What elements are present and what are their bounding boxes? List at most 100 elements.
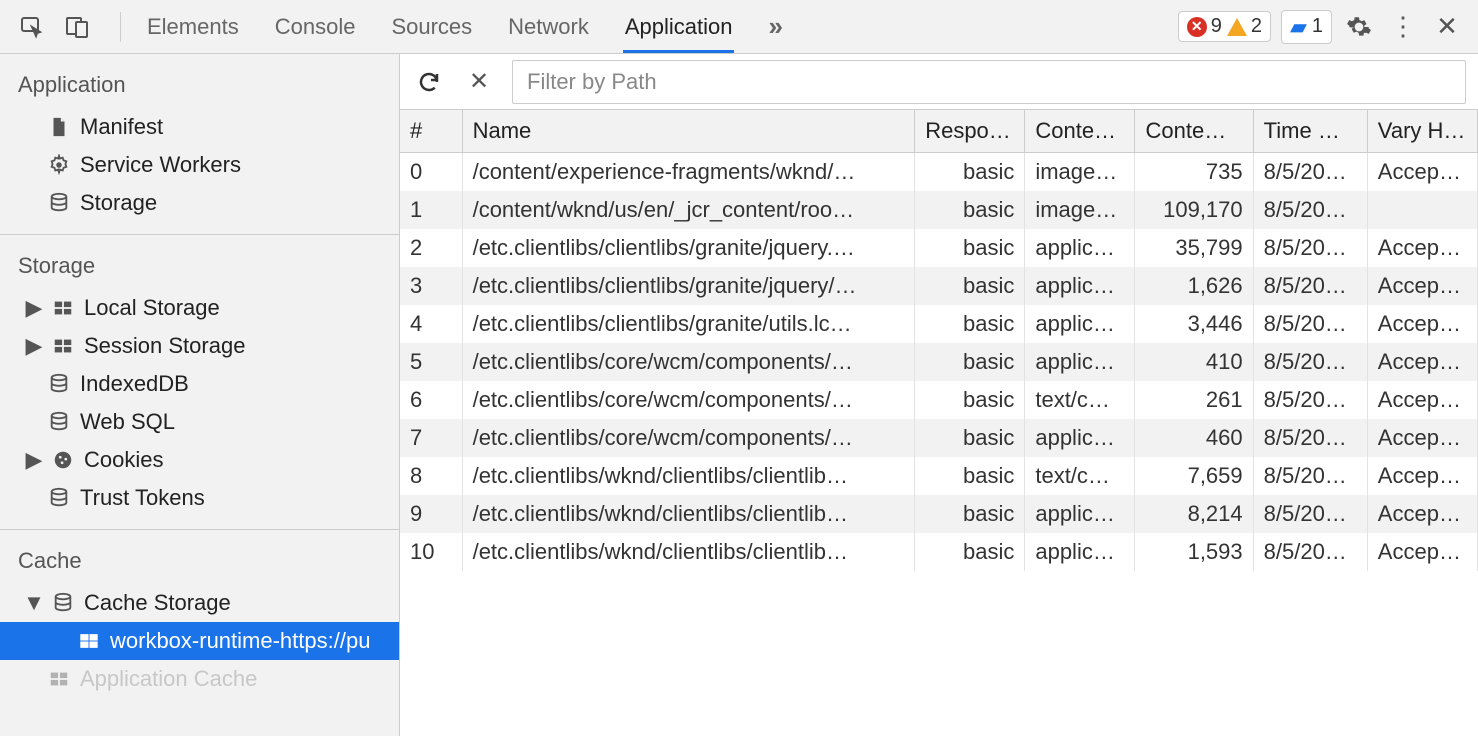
sidebar-item-local-storage[interactable]: ▶ Local Storage: [0, 289, 399, 327]
cell-vary: Accep…: [1367, 495, 1477, 533]
cell-content-length: 109,170: [1135, 191, 1253, 229]
more-tabs-icon[interactable]: »: [766, 0, 784, 53]
cache-table: # Name Respo… Conte… Conte… Time … Vary …: [400, 110, 1478, 736]
col-header-time[interactable]: Time …: [1253, 110, 1367, 153]
devtools-toolbar: Elements Console Sources Network Applica…: [0, 0, 1478, 54]
cell-vary: Accep…: [1367, 229, 1477, 267]
tab-application[interactable]: Application: [623, 0, 735, 53]
sidebar-label: Session Storage: [84, 333, 245, 359]
tab-sources[interactable]: Sources: [389, 0, 474, 53]
sidebar-section-storage: Storage ▶ Local Storage ▶ Session Storag…: [0, 235, 399, 530]
sidebar-label: IndexedDB: [80, 371, 189, 397]
col-header-response[interactable]: Respo…: [915, 110, 1025, 153]
inspect-icon[interactable]: [14, 10, 48, 44]
table-header-row: # Name Respo… Conte… Conte… Time … Vary …: [400, 110, 1478, 153]
cell-time: 8/5/20…: [1253, 229, 1367, 267]
table-row[interactable]: 4/etc.clientlibs/clientlibs/granite/util…: [400, 305, 1478, 343]
sidebar-item-manifest[interactable]: Manifest: [0, 108, 399, 146]
table-row[interactable]: 3/etc.clientlibs/clientlibs/granite/jque…: [400, 267, 1478, 305]
cell-content-type: applic…: [1025, 495, 1135, 533]
cell-response: basic: [915, 495, 1025, 533]
cell-response: basic: [915, 419, 1025, 457]
col-header-index[interactable]: #: [400, 110, 462, 153]
cell-response: basic: [915, 191, 1025, 229]
col-header-vary[interactable]: Vary H…: [1367, 110, 1477, 153]
cell-vary: Accep…: [1367, 153, 1477, 192]
cell-response: basic: [915, 381, 1025, 419]
database-icon: [48, 411, 70, 433]
sidebar-section-cache: Cache ▼ Cache Storage workbox-runtime-ht…: [0, 530, 399, 710]
table-row[interactable]: 9/etc.clientlibs/wknd/clientlibs/clientl…: [400, 495, 1478, 533]
chevron-right-icon: ▶: [26, 333, 42, 359]
cell-name: /etc.clientlibs/clientlibs/granite/jquer…: [462, 267, 915, 305]
sidebar-item-cache-storage[interactable]: ▼ Cache Storage: [0, 584, 399, 622]
cell-name: /etc.clientlibs/clientlibs/granite/utils…: [462, 305, 915, 343]
kebab-menu-icon[interactable]: ⋮: [1386, 10, 1420, 44]
table-row[interactable]: 2/etc.clientlibs/clientlibs/granite/jque…: [400, 229, 1478, 267]
cache-content-pane: ✕ Filter by Path # Name Respo… Conte… Co: [400, 54, 1478, 736]
cell-response: basic: [915, 533, 1025, 571]
cell-content-type: applic…: [1025, 229, 1135, 267]
cell-time: 8/5/20…: [1253, 495, 1367, 533]
cell-content-length: 3,446: [1135, 305, 1253, 343]
cell-index: 5: [400, 343, 462, 381]
cell-content-type: applic…: [1025, 343, 1135, 381]
table-row[interactable]: 0/content/experience-fragments/wknd/…bas…: [400, 153, 1478, 192]
refresh-icon[interactable]: [412, 65, 446, 99]
cell-content-length: 35,799: [1135, 229, 1253, 267]
col-header-content-length[interactable]: Conte…: [1135, 110, 1253, 153]
cell-name: /etc.clientlibs/wknd/clientlibs/clientli…: [462, 495, 915, 533]
cell-name: /etc.clientlibs/clientlibs/granite/jquer…: [462, 229, 915, 267]
cell-index: 8: [400, 457, 462, 495]
gear-icon: [48, 154, 70, 176]
cell-name: /content/wknd/us/en/_jcr_content/roo…: [462, 191, 915, 229]
issues-icon: ▰: [1290, 14, 1307, 40]
cell-content-type: text/c…: [1025, 457, 1135, 495]
table-row[interactable]: 7/etc.clientlibs/core/wcm/components/…ba…: [400, 419, 1478, 457]
cell-time: 8/5/20…: [1253, 191, 1367, 229]
issues-badge[interactable]: ▰ 1: [1281, 10, 1332, 44]
table-row[interactable]: 6/etc.clientlibs/core/wcm/components/…ba…: [400, 381, 1478, 419]
clear-icon[interactable]: ✕: [462, 65, 496, 99]
fade-overlay: [400, 606, 1478, 736]
errors-warnings-badge[interactable]: ✕ 9 2: [1178, 11, 1271, 42]
filter-input[interactable]: Filter by Path: [512, 60, 1466, 104]
sidebar-item-trust-tokens[interactable]: Trust Tokens: [0, 479, 399, 517]
chevron-right-icon: ▶: [26, 295, 42, 321]
section-title-storage: Storage: [0, 247, 399, 289]
cell-content-type: image…: [1025, 191, 1135, 229]
tab-network[interactable]: Network: [506, 0, 591, 53]
cell-name: /etc.clientlibs/wknd/clientlibs/clientli…: [462, 533, 915, 571]
cell-vary: Accep…: [1367, 533, 1477, 571]
cell-name: /etc.clientlibs/core/wcm/components/…: [462, 381, 915, 419]
cell-vary: Accep…: [1367, 381, 1477, 419]
tab-elements[interactable]: Elements: [145, 0, 241, 53]
sidebar-item-application-cache[interactable]: Application Cache: [0, 660, 399, 698]
cell-index: 10: [400, 533, 462, 571]
cell-content-type: applic…: [1025, 305, 1135, 343]
settings-icon[interactable]: [1342, 10, 1376, 44]
sidebar-item-session-storage[interactable]: ▶ Session Storage: [0, 327, 399, 365]
table-row[interactable]: 8/etc.clientlibs/wknd/clientlibs/clientl…: [400, 457, 1478, 495]
tab-console[interactable]: Console: [273, 0, 358, 53]
database-icon: [48, 487, 70, 509]
sidebar-item-websql[interactable]: Web SQL: [0, 403, 399, 441]
sidebar-item-workbox-runtime[interactable]: workbox-runtime-https://pu: [0, 622, 399, 660]
cell-time: 8/5/20…: [1253, 343, 1367, 381]
table-row[interactable]: 10/etc.clientlibs/wknd/clientlibs/client…: [400, 533, 1478, 571]
sidebar-item-cookies[interactable]: ▶ Cookies: [0, 441, 399, 479]
device-icon[interactable]: [60, 10, 94, 44]
warning-icon: [1227, 18, 1247, 36]
col-header-name[interactable]: Name: [462, 110, 915, 153]
sidebar-item-service-workers[interactable]: Service Workers: [0, 146, 399, 184]
col-header-content-type[interactable]: Conte…: [1025, 110, 1135, 153]
cell-content-length: 261: [1135, 381, 1253, 419]
table-row[interactable]: 1/content/wknd/us/en/_jcr_content/roo…ba…: [400, 191, 1478, 229]
close-icon[interactable]: ✕: [1430, 10, 1464, 44]
sidebar-item-indexeddb[interactable]: IndexedDB: [0, 365, 399, 403]
toolbar-right: ✕ 9 2 ▰ 1 ⋮ ✕: [1178, 10, 1470, 44]
cell-time: 8/5/20…: [1253, 267, 1367, 305]
cell-content-length: 1,593: [1135, 533, 1253, 571]
sidebar-item-storage[interactable]: Storage: [0, 184, 399, 222]
table-row[interactable]: 5/etc.clientlibs/core/wcm/components/…ba…: [400, 343, 1478, 381]
